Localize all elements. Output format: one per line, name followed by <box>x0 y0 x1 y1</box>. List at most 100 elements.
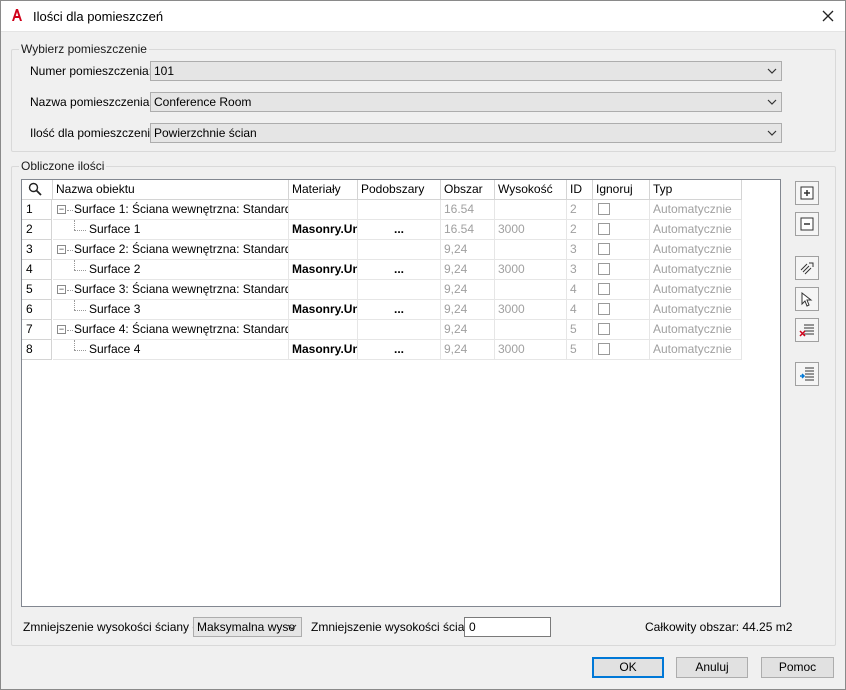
cell-material[interactable] <box>289 320 358 340</box>
cell-subareas[interactable] <box>358 280 441 300</box>
cell-area[interactable]: 16.54 <box>441 220 495 240</box>
cell-area[interactable]: 9,24 <box>441 340 495 360</box>
cell-subareas[interactable]: ... <box>358 340 441 360</box>
cell-type[interactable]: Automatycznie <box>650 260 742 280</box>
col-header-subareas[interactable]: Podobszary <box>358 180 441 200</box>
cell-id[interactable]: 5 <box>567 340 593 360</box>
cell-type[interactable]: Automatycznie <box>650 340 742 360</box>
cell-type[interactable]: Automatycznie <box>650 220 742 240</box>
row-number[interactable]: 3 <box>22 240 52 260</box>
cell-subareas[interactable]: ... <box>358 220 441 240</box>
row-number[interactable]: 7 <box>22 320 52 340</box>
cell-subareas[interactable]: ... <box>358 260 441 280</box>
expand-all-button[interactable] <box>795 181 819 205</box>
cell-type[interactable]: Automatycznie <box>650 300 742 320</box>
add-objects-button[interactable] <box>795 287 819 311</box>
room-quantity-dropdown[interactable]: Powierzchnie ścian <box>150 123 782 143</box>
col-header-name[interactable]: Nazwa obiektu <box>53 180 289 200</box>
cancel-button[interactable]: Anuluj <box>676 657 748 678</box>
cell-area[interactable]: 9,24 <box>441 240 495 260</box>
row-number[interactable]: 1 <box>22 200 52 220</box>
room-name-dropdown[interactable]: Conference Room <box>150 92 782 112</box>
ignore-checkbox[interactable] <box>598 343 610 355</box>
ignore-checkbox[interactable] <box>598 263 610 275</box>
row-number[interactable]: 4 <box>22 260 52 280</box>
cell-material[interactable] <box>289 240 358 260</box>
cell-object-name[interactable]: Surface 2 <box>53 260 289 280</box>
cell-material[interactable]: Masonry.Un <box>289 300 358 320</box>
cell-material[interactable]: Masonry.Un <box>289 260 358 280</box>
cell-height[interactable] <box>495 320 567 340</box>
cell-subareas[interactable] <box>358 240 441 260</box>
cell-height[interactable] <box>495 240 567 260</box>
tree-collapse-icon[interactable]: − <box>57 245 66 254</box>
cell-height[interactable] <box>495 280 567 300</box>
cell-id[interactable]: 4 <box>567 280 593 300</box>
row-number[interactable]: 8 <box>22 340 52 360</box>
select-objects-button[interactable] <box>795 256 819 280</box>
cell-height[interactable] <box>495 200 567 220</box>
cell-material[interactable]: Masonry.Un <box>289 220 358 240</box>
collapse-all-button[interactable] <box>795 212 819 236</box>
cell-area[interactable]: 16.54 <box>441 200 495 220</box>
col-header-ignore[interactable]: Ignoruj <box>593 180 650 200</box>
grid-search-header[interactable] <box>22 180 53 200</box>
ignore-checkbox[interactable] <box>598 243 610 255</box>
cell-id[interactable]: 2 <box>567 200 593 220</box>
cell-type[interactable]: Automatycznie <box>650 200 742 220</box>
reduce-height-input[interactable]: 0 <box>464 617 551 637</box>
row-number[interactable]: 2 <box>22 220 52 240</box>
reduce-from-dropdown[interactable]: Maksymalna wyso <box>193 617 302 637</box>
row-number[interactable]: 5 <box>22 280 52 300</box>
cell-id[interactable]: 5 <box>567 320 593 340</box>
col-header-height[interactable]: Wysokość <box>495 180 567 200</box>
cell-material[interactable] <box>289 200 358 220</box>
cell-object-name[interactable]: − Surface 1: Ściana wewnętrzna: Standard <box>53 200 289 220</box>
ok-button[interactable]: OK <box>592 657 664 678</box>
row-number[interactable]: 6 <box>22 300 52 320</box>
cell-height[interactable]: 3000 <box>495 220 567 240</box>
cell-material[interactable] <box>289 280 358 300</box>
tree-collapse-icon[interactable]: − <box>57 285 66 294</box>
cell-type[interactable]: Automatycznie <box>650 240 742 260</box>
cell-area[interactable]: 9,24 <box>441 260 495 280</box>
cell-object-name[interactable]: Surface 1 <box>53 220 289 240</box>
cell-area[interactable]: 9,24 <box>441 320 495 340</box>
help-button[interactable]: Pomoc <box>761 657 834 678</box>
cell-height[interactable]: 3000 <box>495 260 567 280</box>
cell-id[interactable]: 4 <box>567 300 593 320</box>
cell-height[interactable]: 3000 <box>495 340 567 360</box>
cell-type[interactable]: Automatycznie <box>650 280 742 300</box>
cell-object-name[interactable]: Surface 4 <box>53 340 289 360</box>
cell-object-name[interactable]: Surface 3 <box>53 300 289 320</box>
cell-id[interactable]: 3 <box>567 260 593 280</box>
col-header-type[interactable]: Typ <box>650 180 742 200</box>
ignore-checkbox[interactable] <box>598 203 610 215</box>
ignore-checkbox[interactable] <box>598 283 610 295</box>
col-header-id[interactable]: ID <box>567 180 593 200</box>
room-number-dropdown[interactable]: 101 <box>150 61 782 81</box>
cell-height[interactable]: 3000 <box>495 300 567 320</box>
remove-rows-button[interactable] <box>795 318 819 342</box>
close-button[interactable] <box>811 1 845 31</box>
cell-object-name[interactable]: − Surface 4: Ściana wewnętrzna: Standard <box>53 320 289 340</box>
cell-subareas[interactable]: ... <box>358 300 441 320</box>
ignore-checkbox[interactable] <box>598 303 610 315</box>
cell-area[interactable]: 9,24 <box>441 300 495 320</box>
cell-id[interactable]: 3 <box>567 240 593 260</box>
col-header-materials[interactable]: Materiały <box>289 180 358 200</box>
cell-id[interactable]: 2 <box>567 220 593 240</box>
cell-subareas[interactable] <box>358 320 441 340</box>
ignore-checkbox[interactable] <box>598 323 610 335</box>
cell-material[interactable]: Masonry.Un <box>289 340 358 360</box>
ignore-checkbox[interactable] <box>598 223 610 235</box>
col-header-area[interactable]: Obszar <box>441 180 495 200</box>
cell-object-name[interactable]: − Surface 2: Ściana wewnętrzna: Standard <box>53 240 289 260</box>
cell-area[interactable]: 9,24 <box>441 280 495 300</box>
cell-type[interactable]: Automatycznie <box>650 320 742 340</box>
tree-collapse-icon[interactable]: − <box>57 205 66 214</box>
tree-collapse-icon[interactable]: − <box>57 325 66 334</box>
cell-subareas[interactable] <box>358 200 441 220</box>
cell-object-name[interactable]: − Surface 3: Ściana wewnętrzna: Standard <box>53 280 289 300</box>
export-list-button[interactable] <box>795 362 819 386</box>
